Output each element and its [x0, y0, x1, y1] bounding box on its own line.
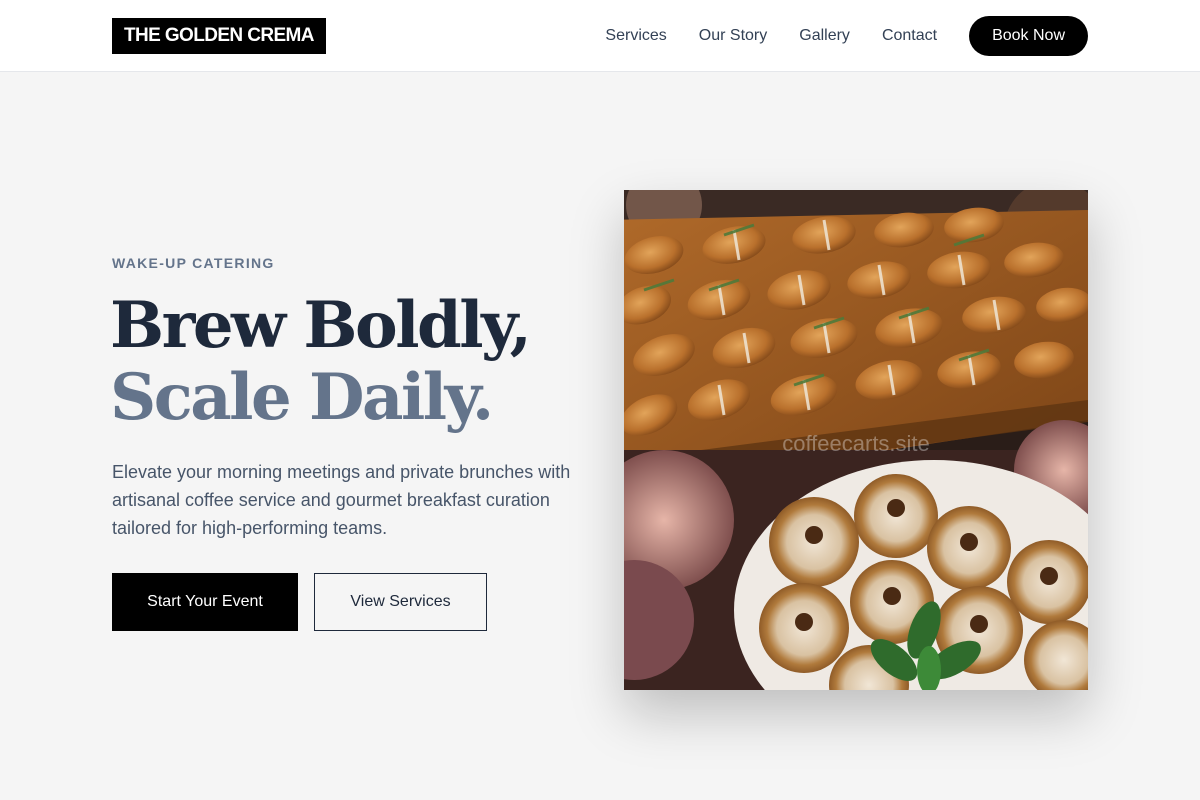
headline-line-1: Brew Boldly, [110, 288, 532, 363]
hero-catering-photo: coffeecarts.site [624, 190, 1088, 690]
headline-line-2: Scale Daily. [110, 360, 494, 435]
nav-link-our-story[interactable]: Our Story [699, 27, 767, 45]
hero-headline: Brew Boldly, Scale Daily. [110, 288, 532, 435]
site-header: THE GOLDEN CREMA Services Our Story Gall… [0, 0, 1200, 72]
nav-link-services[interactable]: Services [605, 27, 666, 45]
view-services-button[interactable]: View Services [314, 573, 487, 631]
start-event-button[interactable]: Start Your Event [112, 573, 298, 631]
book-now-button[interactable]: Book Now [969, 16, 1088, 56]
brand-logo[interactable]: THE GOLDEN CREMA [112, 18, 326, 54]
nav-link-contact[interactable]: Contact [882, 27, 937, 45]
image-watermark: coffeecarts.site [782, 431, 930, 456]
hero-eyebrow: WAKE-UP CATERING [112, 255, 275, 271]
main-nav: Services Our Story Gallery Contact Book … [605, 16, 1088, 56]
hero-description: Elevate your morning meetings and privat… [112, 462, 571, 538]
nav-link-gallery[interactable]: Gallery [799, 27, 850, 45]
